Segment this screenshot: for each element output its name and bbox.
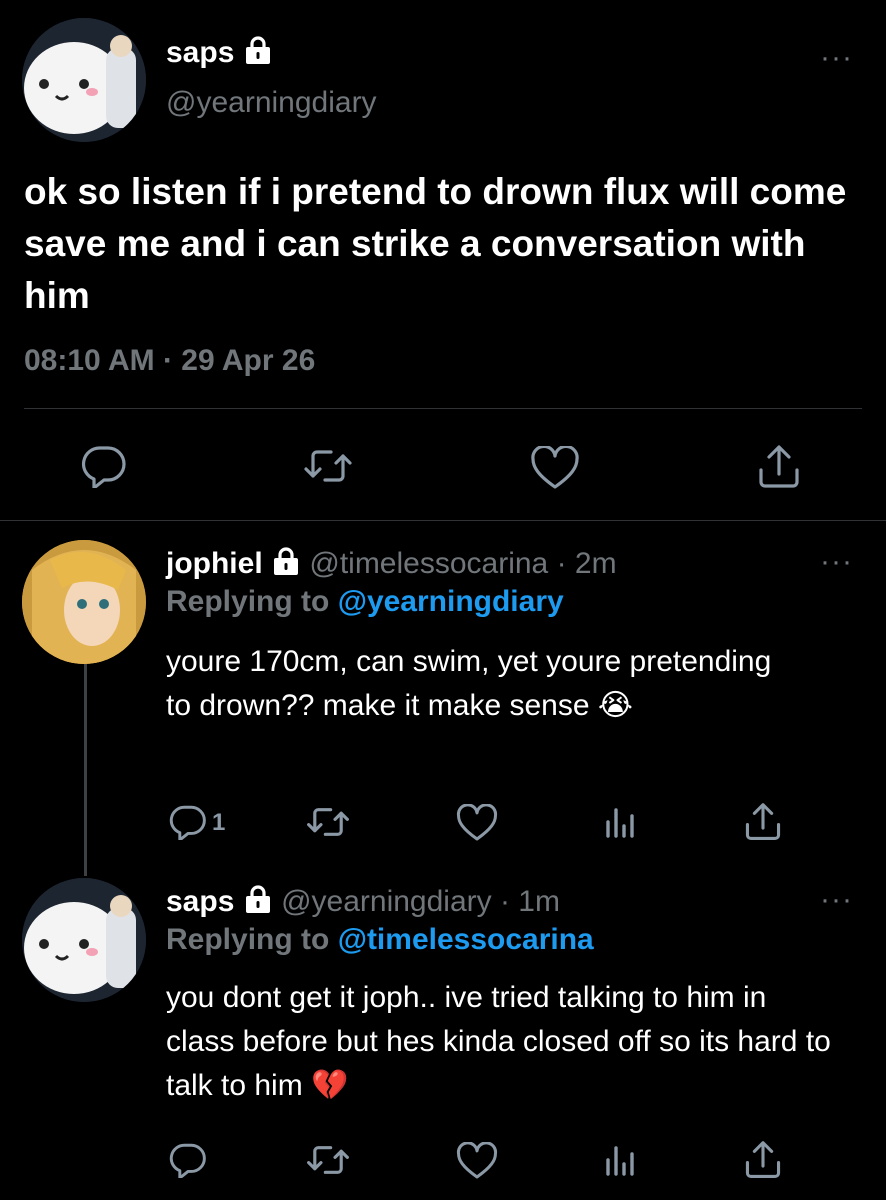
share-icon[interactable] [744,802,782,842]
divider [24,408,862,409]
reply-icon[interactable] [168,1142,208,1178]
replying-to-link[interactable]: @timelessocarina [338,923,594,956]
divider [0,520,886,521]
lock-icon [271,546,301,584]
reply-count: 1 [212,809,226,836]
reply-icon[interactable] [80,444,128,488]
replying-to-label: Replying to [166,585,330,618]
analytics-icon[interactable] [604,806,636,838]
reply-author-name[interactable]: saps [166,885,234,918]
retweet-icon[interactable] [303,446,353,486]
reply-text-body: youre 170cm, can swim, yet youre pretend… [166,645,772,722]
author-handle[interactable]: @yearningdiary [166,86,377,120]
reply-text-body: you dont get it joph.. ive tried talking… [166,981,831,1102]
reply-author-handle[interactable]: @yearningdiary [281,885,492,918]
thread-line [84,662,87,876]
replying-to-link[interactable]: @yearningdiary [338,585,564,618]
avatar[interactable] [22,18,146,142]
like-icon[interactable] [456,1142,498,1180]
like-icon[interactable] [530,446,580,490]
avatar[interactable] [22,878,146,1002]
replying-to: Replying to @timelessocarina [166,922,594,958]
reply-author-handle[interactable]: @timelessocarina [309,547,548,580]
reply-time: · 1m [499,885,560,918]
more-icon[interactable]: ··· [820,43,853,73]
emoji: 💔 [311,1069,349,1102]
reply-author-name[interactable]: jophiel [166,547,263,580]
replying-to-label: Replying to [166,923,330,956]
tweet-timestamp: 08:10 AM · 29 Apr 26 [24,341,315,381]
avatar[interactable] [22,540,146,664]
reply-text: youre 170cm, can swim, yet youre pretend… [166,640,786,728]
tweet-separator: · [162,344,173,377]
emoji: 😭 [597,689,633,722]
lock-icon [243,36,273,72]
share-icon[interactable] [757,444,801,490]
retweet-icon[interactable] [306,804,350,840]
reply-time: · 2m [556,547,617,580]
tweet-text: ok so listen if i pretend to drown flux … [24,171,847,316]
tweet-date: 29 Apr 26 [181,344,316,377]
replying-to: Replying to @yearningdiary [166,584,564,620]
share-icon[interactable] [744,1140,782,1180]
reply-header: saps @yearningdiary · 1m [166,884,560,922]
author-name[interactable]: saps [166,36,273,72]
reply-icon[interactable] [168,804,208,840]
like-icon[interactable] [456,804,498,842]
retweet-icon[interactable] [306,1142,350,1178]
reply-text: you dont get it joph.. ive tried talking… [166,976,834,1108]
more-icon[interactable]: ··· [820,547,853,577]
tweet-time: 08:10 AM [24,344,155,377]
analytics-icon[interactable] [604,1144,636,1176]
reply-header: jophiel @timelessocarina · 2m [166,546,617,584]
more-icon[interactable]: ··· [820,885,853,915]
lock-icon [243,884,273,922]
